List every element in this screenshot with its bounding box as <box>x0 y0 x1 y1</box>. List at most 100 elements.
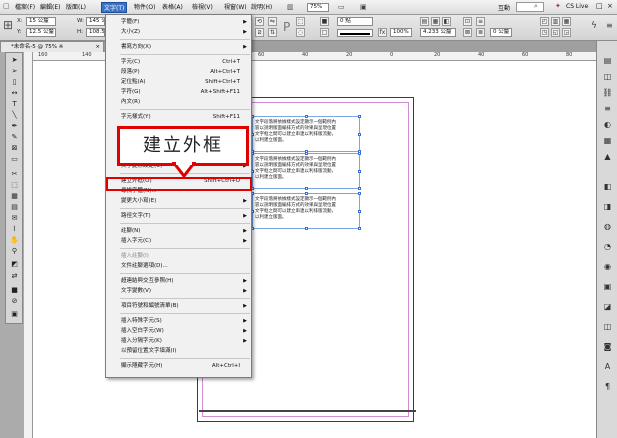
y-position-field[interactable]: 12.5 公釐 <box>26 28 56 37</box>
grid-icon[interactable]: ▥ <box>551 17 560 26</box>
menu-table[interactable]: 表格(A) <box>160 2 185 13</box>
menu-object[interactable]: 物件(O) <box>132 2 157 13</box>
selection-handle[interactable] <box>358 227 361 230</box>
menu-item[interactable]: 路徑文字(T) ▶ <box>107 211 251 221</box>
media-panel-icon[interactable]: ◙ <box>602 341 613 352</box>
screen-mode-icon[interactable]: ▭ <box>338 3 345 11</box>
selection-handle[interactable] <box>358 187 361 190</box>
rectangle-frame-tool-icon[interactable]: ⊠ <box>8 143 21 153</box>
menu-item[interactable]: 註腳(N) ▶ <box>107 226 251 236</box>
zoom-tool-icon[interactable]: ⚲ <box>8 246 21 256</box>
menu-edit[interactable]: 編輯(E) <box>38 2 62 13</box>
lock-icon[interactable]: ▦ <box>562 17 571 26</box>
menu-item[interactable]: 字元樣式(Y) Shift+F11 <box>107 112 251 122</box>
column-gap-field[interactable]: 4.233 公釐 <box>420 28 456 37</box>
select-container-icon[interactable]: ⬚ <box>296 17 305 26</box>
minimize-icon[interactable]: – <box>585 2 589 10</box>
fit-frame-icon[interactable]: ⊡ <box>463 17 472 26</box>
arrange-icon[interactable]: ▣ <box>360 3 367 11</box>
gap-tool-icon[interactable]: ↔ <box>8 88 21 98</box>
text-frame[interactable]: 文字段落將依據樣式設定顯示一個範例內 容以說明版面編排方式的效果與呈現位置 文字框之… <box>251 152 361 190</box>
pen-tool-icon[interactable]: ✒ <box>8 121 21 131</box>
selection-handle[interactable] <box>305 115 308 118</box>
menu-view[interactable]: 檢視(V) <box>190 2 215 13</box>
menu-item[interactable]: 字體(F) ▶ <box>107 17 251 27</box>
menu-item[interactable]: 字符(G) Alt+Shift+F11 <box>107 87 251 97</box>
align-left-icon[interactable]: ≡ <box>476 17 485 26</box>
selection-tool-icon[interactable]: ➤ <box>8 55 21 65</box>
view-mode-icon[interactable]: ▣ <box>8 309 21 319</box>
menu-item[interactable]: 大小(Z) ▶ <box>107 27 251 37</box>
selection-handle[interactable] <box>358 133 361 136</box>
reference-point-icon[interactable]: ⊞ <box>3 18 13 32</box>
menu-item[interactable]: 顯示隱藏字元(H) Alt+Ctrl+I <box>107 361 251 371</box>
menu-item[interactable]: 文件註腳選項(D)... <box>107 261 251 271</box>
states-panel-icon[interactable]: ◪ <box>602 301 613 312</box>
fit-content-icon[interactable]: ⊠ <box>463 28 472 37</box>
menu-type[interactable]: 文字(T) <box>101 2 128 13</box>
document-tab[interactable]: *未命名-5 @ 75% ※ × <box>0 41 104 52</box>
pencil-tool-icon[interactable]: ✎ <box>8 132 21 142</box>
opacity-field[interactable]: 100% <box>390 28 412 37</box>
zoom-field[interactable]: 75% <box>307 3 329 12</box>
menu-item[interactable]: 內文(R) <box>107 97 251 107</box>
menu-item[interactable]: 插入空白字元(W) ▶ <box>107 326 251 336</box>
menu-item[interactable]: 變更大小寫(E) ▶ <box>107 196 251 206</box>
eyedropper-tool-icon[interactable]: ⌇ <box>8 224 21 234</box>
apply-none-icon[interactable]: ⊘ <box>8 296 21 306</box>
x-position-field[interactable]: 15 公釐 <box>26 17 56 26</box>
stroke-weight-field[interactable]: 0 點 <box>337 17 373 26</box>
direct-selection-tool-icon[interactable]: ➢ <box>8 66 21 76</box>
line-tool-icon[interactable]: ╲ <box>8 110 21 120</box>
shear-icon[interactable]: ⧄ <box>255 28 264 37</box>
menu-item[interactable]: 段落(P) Alt+Ctrl+T <box>107 67 251 77</box>
stroke-style-swatch[interactable] <box>337 29 373 37</box>
menu-item[interactable]: 插入字元(C) ▶ <box>107 236 251 246</box>
selection-handle[interactable] <box>305 227 308 230</box>
hand-tool-icon[interactable]: ✋ <box>8 235 21 245</box>
menu-item[interactable]: 字元(C) Ctrl+T <box>107 57 251 67</box>
menu-item[interactable]: 定位點(A) Shift+Ctrl+T <box>107 77 251 87</box>
type-tool-icon[interactable]: T <box>8 99 21 109</box>
menu-item[interactable]: 以預留位置文字填滿(I) <box>107 346 251 356</box>
menu-layout[interactable]: 版面(L) <box>64 2 88 13</box>
menu-window[interactable]: 視窗(W) <box>222 2 249 13</box>
text-wrap-none-icon[interactable]: ▤ <box>420 17 429 26</box>
menu-item[interactable]: 書寫方向(X) ▶ <box>107 42 251 52</box>
flip-horizontal-icon[interactable]: ⇋ <box>268 17 277 26</box>
menu-item[interactable]: 插入特殊字元(S) ▶ <box>107 316 251 326</box>
links-panel-icon[interactable]: ⛓ <box>602 87 613 98</box>
swap-fill-stroke-icon[interactable]: ⇄ <box>8 271 21 281</box>
apply-color-icon[interactable]: ■ <box>8 285 21 295</box>
selection-handle[interactable] <box>358 170 361 173</box>
stroke-color-icon[interactable]: □ <box>320 28 329 37</box>
text-frame[interactable]: 文字段落將依據樣式設定顯示一個範例內 容以說明版面編排方式的效果與呈現位置 文字框之… <box>251 115 361 153</box>
fill-stroke-swatch-icon[interactable]: ◩ <box>8 259 21 269</box>
swatches-panel-icon[interactable]: ▦ <box>602 135 613 146</box>
inset-field[interactable]: 0 公釐 <box>490 28 512 37</box>
bookmarks-panel-icon[interactable]: ◨ <box>602 201 613 212</box>
align-center-icon[interactable]: ≣ <box>476 28 485 37</box>
glow-icon[interactable]: ◲ <box>562 28 571 37</box>
rotate-icon[interactable]: ⟲ <box>255 17 264 26</box>
selection-handle[interactable] <box>358 115 361 118</box>
effects-icon[interactable]: ◳ <box>540 28 549 37</box>
height-field[interactable]: 108.5 <box>86 28 105 37</box>
corner-options-icon[interactable]: ◰ <box>540 17 549 26</box>
flip-vertical-icon[interactable]: ⇅ <box>268 28 277 37</box>
cs-live-icon[interactable]: ✦ <box>555 2 561 10</box>
character-panel-icon[interactable]: A <box>602 361 613 372</box>
rectangle-tool-icon[interactable]: ▭ <box>8 154 21 164</box>
menu-help[interactable]: 說明(H) <box>249 2 274 13</box>
scissors-tool-icon[interactable]: ✂ <box>8 169 21 179</box>
page-transitions-panel-icon[interactable]: ◫ <box>602 321 613 332</box>
timing-panel-icon[interactable]: ◔ <box>602 241 613 252</box>
animation-panel-icon[interactable]: ◉ <box>602 261 613 272</box>
preview-panel-icon[interactable]: ▣ <box>602 281 613 292</box>
gradient-feather-tool-icon[interactable]: ▤ <box>8 202 21 212</box>
menu-item[interactable]: 插入分隔字元(K) ▶ <box>107 336 251 346</box>
vertical-ruler[interactable] <box>24 52 33 438</box>
close-icon[interactable]: × <box>607 2 613 10</box>
text-wrap-shape-icon[interactable]: ◧ <box>442 17 451 26</box>
layout-icon[interactable]: ▥ <box>287 3 294 11</box>
